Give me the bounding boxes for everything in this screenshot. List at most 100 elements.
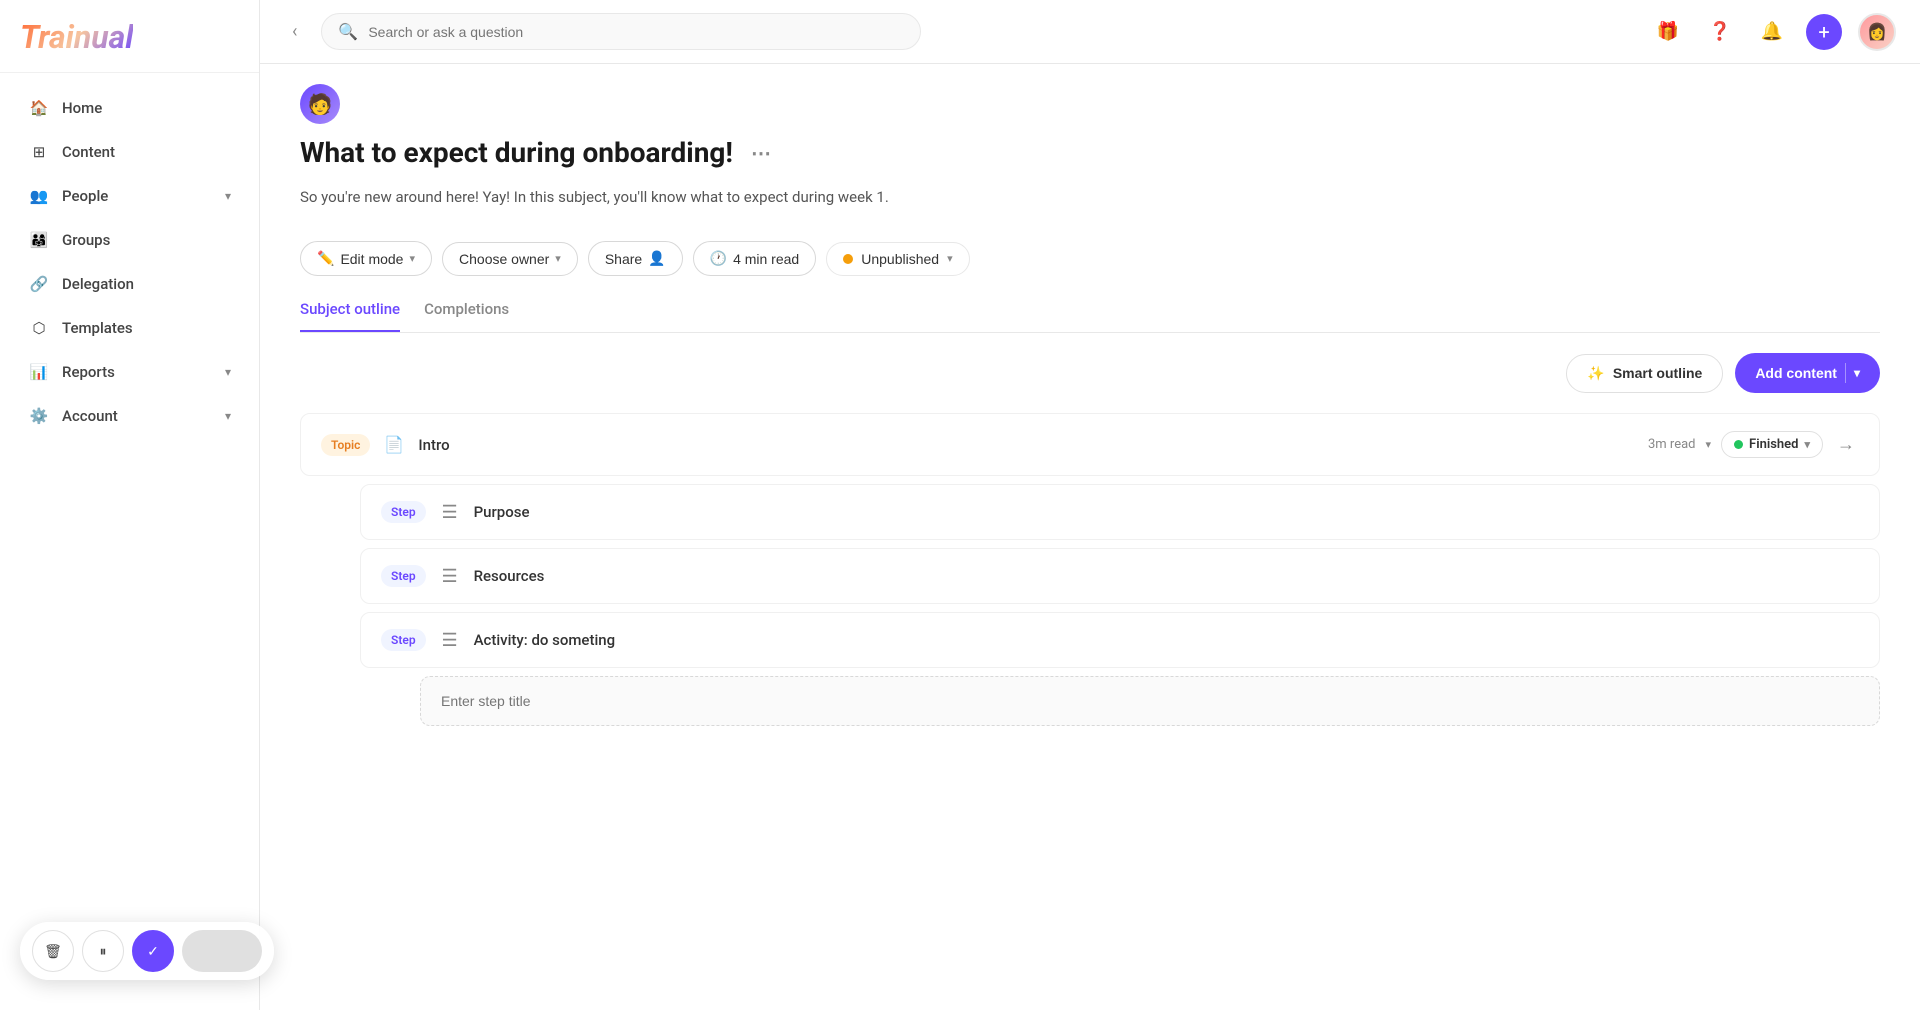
intro-title: Intro — [418, 436, 1636, 454]
intro-read-time-chevron: ▾ — [1706, 438, 1712, 451]
trash-icon: 🗑 — [44, 943, 62, 960]
outline-item-intro[interactable]: Topic 📄 Intro 3m read ▾ Finished ▾ → — [300, 413, 1880, 476]
reports-nav-icon: 📊 — [28, 361, 50, 383]
edit-mode-button[interactable]: ✏️ Edit mode ▾ — [300, 241, 432, 276]
clock-icon: 🕐 — [710, 250, 727, 267]
choose-owner-label: Choose owner — [459, 251, 549, 267]
sidebar-item-label-people: People — [62, 187, 108, 205]
tabs-row: Subject outline Completions — [300, 288, 1880, 333]
sidebar-item-label-home: Home — [62, 99, 102, 117]
smart-outline-button[interactable]: ✨ Smart outline — [1566, 354, 1723, 393]
share-button[interactable]: Share 👤 — [588, 241, 683, 276]
purpose-list-icon: ☰ — [438, 502, 462, 523]
outline-item-activity[interactable]: Step ☰ Activity: do someting — [360, 612, 1880, 668]
sidebar: Trainual 🏠 Home ⊞ Content 👥 People ▾ 👨‍👩… — [0, 0, 260, 1010]
resources-list-icon: ☰ — [438, 566, 462, 587]
edit-mode-chevron-icon: ▾ — [409, 252, 415, 265]
intro-navigate-button[interactable]: → — [1833, 430, 1859, 459]
edit-mode-label: Edit mode — [340, 251, 403, 267]
status-chevron-icon: ▾ — [947, 252, 953, 265]
pencil-icon: ✏️ — [317, 250, 334, 267]
read-time-text: 4 min read — [733, 251, 799, 267]
more-options-button[interactable]: ⋯ — [745, 139, 777, 167]
add-content-button[interactable]: Add content ▾ — [1735, 353, 1880, 393]
share-label: Share — [605, 251, 642, 267]
step-badge-resources: Step — [381, 565, 426, 587]
outline-item-resources[interactable]: Step ☰ Resources — [360, 548, 1880, 604]
search-icon: 🔍 — [338, 22, 358, 41]
plus-icon: + — [1818, 20, 1829, 44]
page-title-text: What to expect during onboarding! — [300, 136, 733, 169]
choose-owner-button[interactable]: Choose owner ▾ — [442, 242, 578, 276]
sidebar-item-groups[interactable]: 👨‍👩‍👧 Groups — [8, 219, 251, 261]
author-avatar-emoji: 🧑 — [308, 92, 333, 116]
page-description: So you're new around here! Yay! In this … — [300, 185, 1880, 209]
finished-chevron-icon: ▾ — [1804, 438, 1810, 451]
activity-title: Activity: do someting — [474, 631, 1859, 649]
intro-doc-icon: 📄 — [382, 435, 406, 454]
resources-title: Resources — [474, 567, 1859, 585]
sidebar-item-people[interactable]: 👥 People ▾ — [8, 175, 251, 217]
step-badge-activity: Step — [381, 629, 426, 651]
people-nav-icon: 👥 — [28, 185, 50, 207]
intro-meta: 3m read ▾ Finished ▾ → — [1648, 430, 1859, 459]
search-bar: 🔍 — [321, 13, 921, 50]
add-button[interactable]: + — [1806, 14, 1842, 50]
outline-item-purpose[interactable]: Step ☰ Purpose — [360, 484, 1880, 540]
smart-outline-icon: ✨ — [1587, 365, 1604, 382]
avatar-image: 👩 — [1867, 22, 1887, 41]
sidebar-item-home[interactable]: 🏠 Home — [8, 87, 251, 129]
check-icon: ✓ — [147, 943, 159, 960]
add-content-label: Add content — [1755, 365, 1837, 381]
collapse-sidebar-button[interactable]: ‹ — [284, 17, 305, 46]
sidebar-item-content[interactable]: ⊞ Content — [8, 131, 251, 173]
sidebar-item-account[interactable]: ⚙️ Account ▾ — [8, 395, 251, 437]
groups-nav-icon: 👨‍👩‍👧 — [28, 229, 50, 251]
step-items-group: Step ☰ Purpose Step ☰ Resources Step ☰ A… — [360, 484, 1880, 726]
tab-completions[interactable]: Completions — [424, 288, 509, 332]
sidebar-item-reports[interactable]: 📊 Reports ▾ — [8, 351, 251, 393]
tab-subject-outline-label: Subject outline — [300, 300, 400, 318]
outline-area: ✨ Smart outline Add content ▾ Topic 📄 In… — [260, 333, 1920, 754]
status-dot-orange — [843, 254, 853, 264]
gift-icon: 🎁 — [1657, 21, 1679, 42]
main-content: ‹ 🔍 🎁 ❓ 🔔 + 👩 🧑 — [260, 0, 1920, 1010]
user-avatar[interactable]: 👩 — [1858, 13, 1896, 51]
status-button[interactable]: Unpublished ▾ — [826, 242, 969, 276]
tab-subject-outline[interactable]: Subject outline — [300, 288, 400, 332]
check-button[interactable]: ✓ — [132, 930, 174, 972]
author-avatar: 🧑 — [300, 84, 340, 124]
logo: Trainual — [0, 0, 259, 73]
notifications-button[interactable]: 🔔 — [1754, 14, 1790, 50]
sidebar-item-label-reports: Reports — [62, 363, 115, 381]
topbar: ‹ 🔍 🎁 ❓ 🔔 + 👩 — [260, 0, 1920, 64]
gift-icon-button[interactable]: 🎁 — [1650, 14, 1686, 50]
sidebar-item-delegation[interactable]: 🔗 Delegation — [8, 263, 251, 305]
step-title-input[interactable] — [441, 693, 1859, 709]
new-step-input-row — [420, 676, 1880, 726]
topic-badge-intro: Topic — [321, 434, 370, 456]
playback-progress-pill[interactable] — [182, 930, 262, 972]
sidebar-nav: 🏠 Home ⊞ Content 👥 People ▾ 👨‍👩‍👧 Groups… — [0, 73, 259, 1010]
people-chevron-icon: ▾ — [225, 189, 231, 203]
help-icon-button[interactable]: ❓ — [1702, 14, 1738, 50]
finished-label: Finished — [1749, 437, 1798, 452]
add-content-chevron-icon[interactable]: ▾ — [1854, 366, 1860, 380]
logo-text: Trainual — [20, 18, 133, 56]
sidebar-item-templates[interactable]: ⬡ Templates — [8, 307, 251, 349]
add-content-divider — [1845, 363, 1846, 383]
home-nav-icon: 🏠 — [28, 97, 50, 119]
sidebar-item-label-templates: Templates — [62, 319, 133, 337]
pause-button[interactable]: ⏸ — [82, 930, 124, 972]
step-badge-purpose: Step — [381, 501, 426, 523]
finished-status-button[interactable]: Finished ▾ — [1721, 431, 1823, 458]
finished-dot-icon — [1734, 440, 1743, 449]
delete-button[interactable]: 🗑 — [32, 930, 74, 972]
delegation-nav-icon: 🔗 — [28, 273, 50, 295]
account-chevron-icon: ▾ — [225, 409, 231, 423]
templates-nav-icon: ⬡ — [28, 317, 50, 339]
read-time-display: 🕐 4 min read — [693, 241, 817, 276]
intro-read-time: 3m read — [1648, 437, 1696, 452]
search-input[interactable] — [368, 24, 904, 40]
question-icon: ❓ — [1709, 21, 1731, 42]
